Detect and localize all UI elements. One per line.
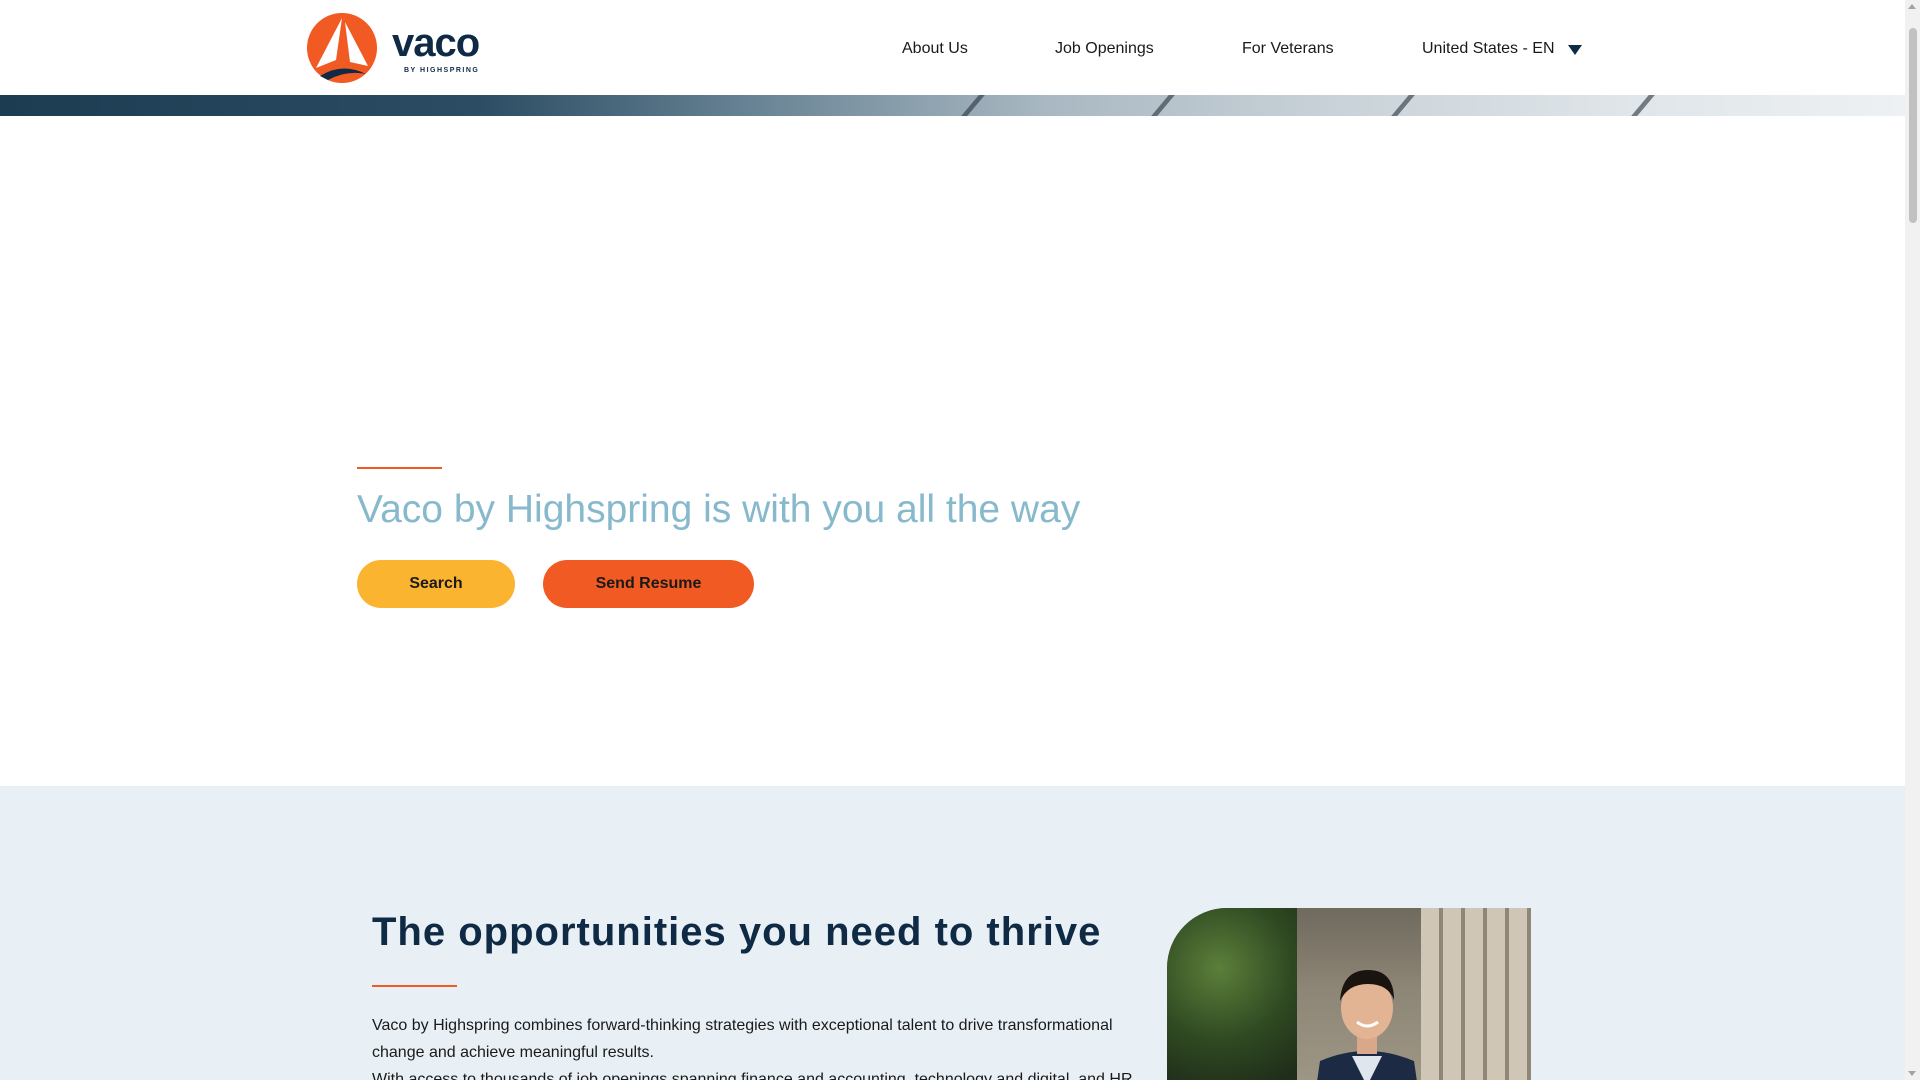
nav-region-selector[interactable]: United States - EN (1422, 40, 1555, 58)
page-scrollbar[interactable] (1905, 0, 1920, 1080)
scroll-thumb[interactable] (1909, 28, 1917, 223)
send-resume-button[interactable]: Send Resume (543, 560, 754, 608)
logo-tagline: BY HIGHSPRING (404, 66, 480, 74)
professional-photo (1167, 908, 1531, 1080)
vaco-logo-icon (307, 13, 377, 83)
nav-about-us[interactable]: About Us (902, 40, 968, 58)
hero-accent-line (357, 467, 442, 469)
search-button[interactable]: Search (357, 560, 515, 608)
logo-wordmark: vaco (392, 20, 480, 65)
nav-job-openings[interactable]: Job Openings (1055, 40, 1154, 58)
opportunities-paragraph: Vaco by Highspring combines forward-thin… (372, 1017, 1113, 1061)
site-header: vaco BY HIGHSPRING About Us Job Openings… (0, 0, 1905, 95)
caret-down-icon[interactable] (1568, 45, 1582, 55)
person-image (1317, 970, 1417, 1080)
opportunities-body: Vaco by Highspring combines forward-thin… (372, 1012, 1140, 1080)
hero-image (0, 95, 1905, 116)
vaco-logo[interactable]: vaco BY HIGHSPRING (306, 12, 486, 84)
hero-title: Vaco by Highspring is with you all the w… (357, 488, 1081, 531)
opportunities-paragraph: With access to thousands of job openings… (372, 1071, 1133, 1080)
hero-section: Vaco by Highspring is with you all the w… (0, 116, 1905, 786)
opportunities-accent-line (372, 985, 457, 987)
opportunities-section: The opportunities you need to thrive Vac… (0, 786, 1905, 1080)
opportunities-title: The opportunities you need to thrive (372, 910, 1102, 954)
nav-for-veterans[interactable]: For Veterans (1242, 40, 1334, 58)
scroll-down-icon[interactable] (1908, 1071, 1916, 1076)
scroll-up-icon[interactable] (1908, 4, 1916, 9)
